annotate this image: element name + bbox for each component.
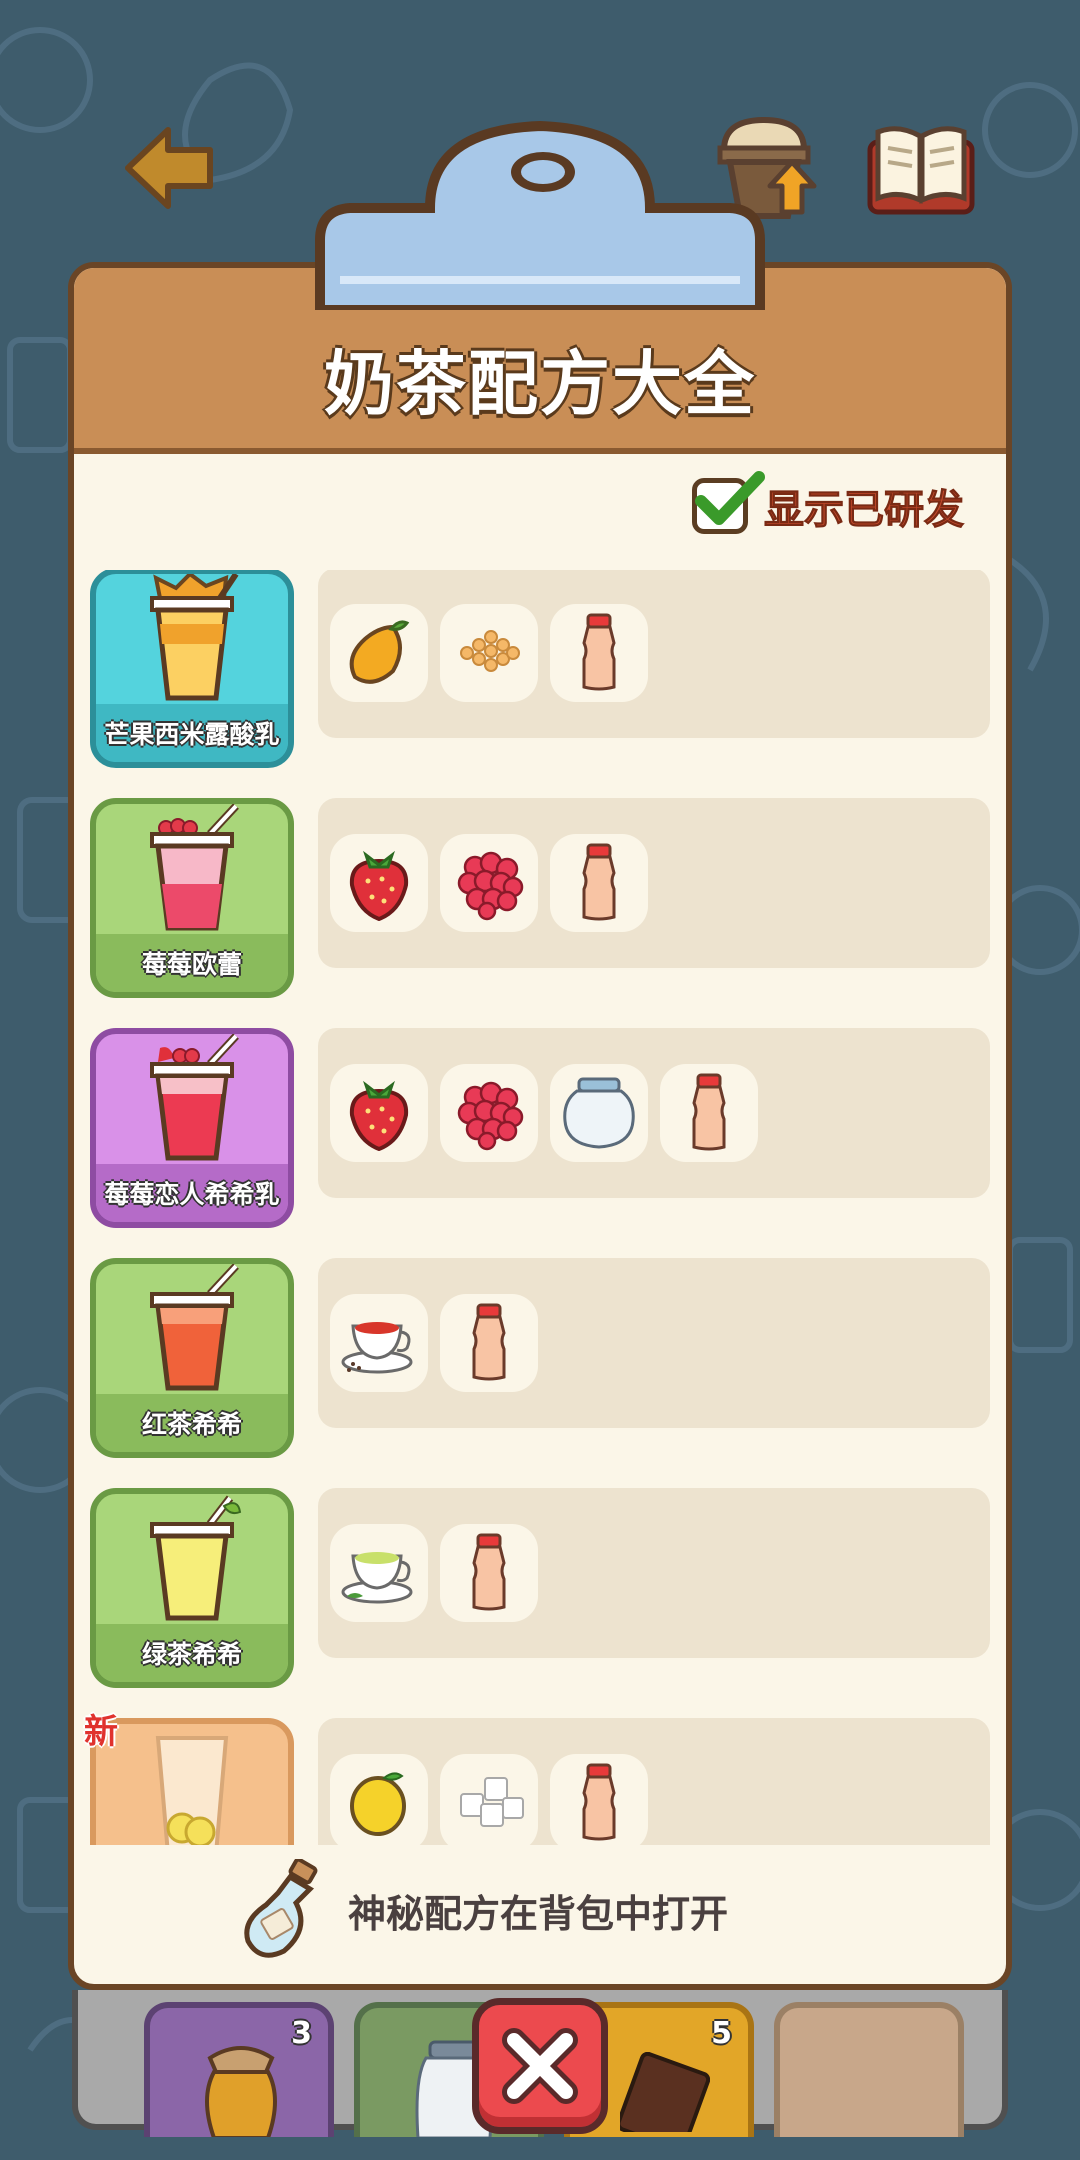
strawberry-icon — [349, 1080, 409, 1151]
mystery-recipe-hint: 神秘配方在背包中打开 — [0, 1845, 1080, 1975]
lemon-drink-icon — [155, 1736, 229, 1845]
raspberry-icon — [457, 1081, 524, 1151]
ingredient-slot[interactable] — [330, 1064, 428, 1162]
honey-jar-icon — [205, 2046, 277, 2137]
berry-drink-icon — [150, 804, 239, 931]
lemon-icon — [350, 1772, 406, 1836]
recipe-row[interactable]: 芒果西米露酸乳 — [90, 570, 990, 774]
recipe-name: 莓莓欧蕾 — [141, 950, 242, 979]
ingredient-slot[interactable] — [550, 1064, 648, 1162]
strawberry-icon — [349, 850, 409, 921]
yogurt-bottle-icon — [582, 613, 616, 691]
recipe-card-black-tea[interactable]: 红茶希希 — [90, 1258, 294, 1458]
ingredient-slot[interactable] — [550, 604, 648, 702]
yogurt-bottle-icon — [472, 1533, 506, 1611]
back-arrow-icon — [125, 127, 213, 209]
ingredients-panel — [318, 1718, 990, 1845]
ingredient-slot[interactable] — [440, 1524, 538, 1622]
sugar-cubes-icon — [460, 1777, 524, 1827]
ingredients-panel — [318, 798, 990, 968]
ingredient-slot[interactable] — [440, 1754, 538, 1845]
recipe-row[interactable]: 新 — [84, 1712, 990, 1845]
milk-jar-icon — [563, 1077, 635, 1149]
ingredients-panel — [318, 570, 990, 738]
recipe-name: 绿茶希希 — [141, 1640, 242, 1669]
black-tea-icon — [341, 1322, 413, 1374]
dock-slot-honey[interactable]: 3 — [144, 2002, 334, 2137]
book-icon — [867, 126, 975, 215]
ingredient-slot[interactable] — [440, 604, 538, 702]
mango-icon — [349, 620, 410, 684]
ingredient-slot[interactable] — [330, 1294, 428, 1392]
recipe-card-berry-lovers[interactable]: 莓莓恋人希希乳 — [90, 1028, 294, 1228]
show-researched-checkbox[interactable] — [692, 471, 765, 534]
ingredient-slot[interactable] — [330, 834, 428, 932]
recipe-card-lemon[interactable] — [90, 1718, 294, 1845]
green-tea-drink-icon — [150, 1495, 242, 1621]
slot-count: 5 — [711, 2016, 732, 2051]
yogurt-bottle-icon — [582, 1763, 616, 1841]
green-tea-icon — [341, 1552, 413, 1604]
recipe-name: 莓莓恋人希希乳 — [104, 1180, 280, 1209]
yogurt-bottle-icon — [582, 843, 616, 921]
recipe-card-berry-au-lait[interactable]: 莓莓欧蕾 — [90, 798, 294, 998]
page-title: 奶茶配方大全 — [324, 343, 756, 425]
close-icon — [502, 2028, 578, 2104]
slot-count: 3 — [291, 2016, 312, 2051]
show-researched-label: 显示已研发 — [764, 487, 965, 534]
back-button[interactable] — [118, 118, 218, 218]
dock-slot-empty[interactable] — [774, 2002, 964, 2137]
berry-lovers-drink-icon — [150, 1034, 239, 1161]
clipboard-clip-icon — [315, 120, 765, 310]
sago-pearls-icon — [460, 630, 520, 672]
recipe-row[interactable]: 莓莓欧蕾 — [90, 798, 990, 1004]
ingredients-panel — [318, 1028, 990, 1198]
show-researched-toggle[interactable]: 显示已研发 — [692, 471, 965, 538]
ingredient-slot[interactable] — [440, 834, 538, 932]
recipe-card-mango[interactable]: 芒果西米露酸乳 — [90, 570, 294, 768]
raspberry-icon — [457, 851, 524, 921]
recipe-book-button[interactable] — [866, 122, 976, 216]
recipe-row[interactable]: 红茶希希 — [90, 1258, 990, 1464]
ingredient-slot[interactable] — [330, 604, 428, 702]
close-button[interactable] — [472, 1998, 608, 2134]
new-badge: 新 — [84, 1712, 118, 1752]
recipe-card-green-tea[interactable]: 绿茶希希 — [90, 1488, 294, 1688]
ingredient-slot[interactable] — [440, 1294, 538, 1392]
recipe-row[interactable]: 莓莓恋人希希乳 — [90, 1028, 990, 1234]
ingredient-slot[interactable] — [330, 1754, 428, 1845]
recipe-name: 红茶希希 — [141, 1410, 242, 1439]
yogurt-bottle-icon — [472, 1303, 506, 1381]
yogurt-bottle-icon — [692, 1073, 726, 1151]
ingredient-slot[interactable] — [660, 1064, 758, 1162]
chocolate-icon — [620, 2052, 710, 2132]
ingredients-panel — [318, 1258, 990, 1428]
recipe-name: 芒果西米露酸乳 — [104, 720, 280, 749]
recipe-row[interactable]: 绿茶希希 — [90, 1488, 990, 1694]
checkmark-icon — [695, 471, 765, 525]
ingredient-slot[interactable] — [550, 834, 648, 932]
message-bottle-icon — [244, 1859, 318, 1958]
ingredient-slot[interactable] — [440, 1064, 538, 1162]
ingredient-slot[interactable] — [550, 1754, 648, 1845]
mango-sago-drink-icon — [150, 574, 239, 701]
black-tea-drink-icon — [150, 1264, 239, 1391]
recipe-list[interactable]: 芒果西米露酸乳 莓莓欧蕾 莓莓恋人希希乳 红茶希希 绿茶希希 新 — [0, 570, 1080, 1845]
hint-text: 神秘配方在背包中打开 — [348, 1892, 729, 1936]
ingredients-panel — [318, 1488, 990, 1658]
ingredient-slot[interactable] — [330, 1524, 428, 1622]
